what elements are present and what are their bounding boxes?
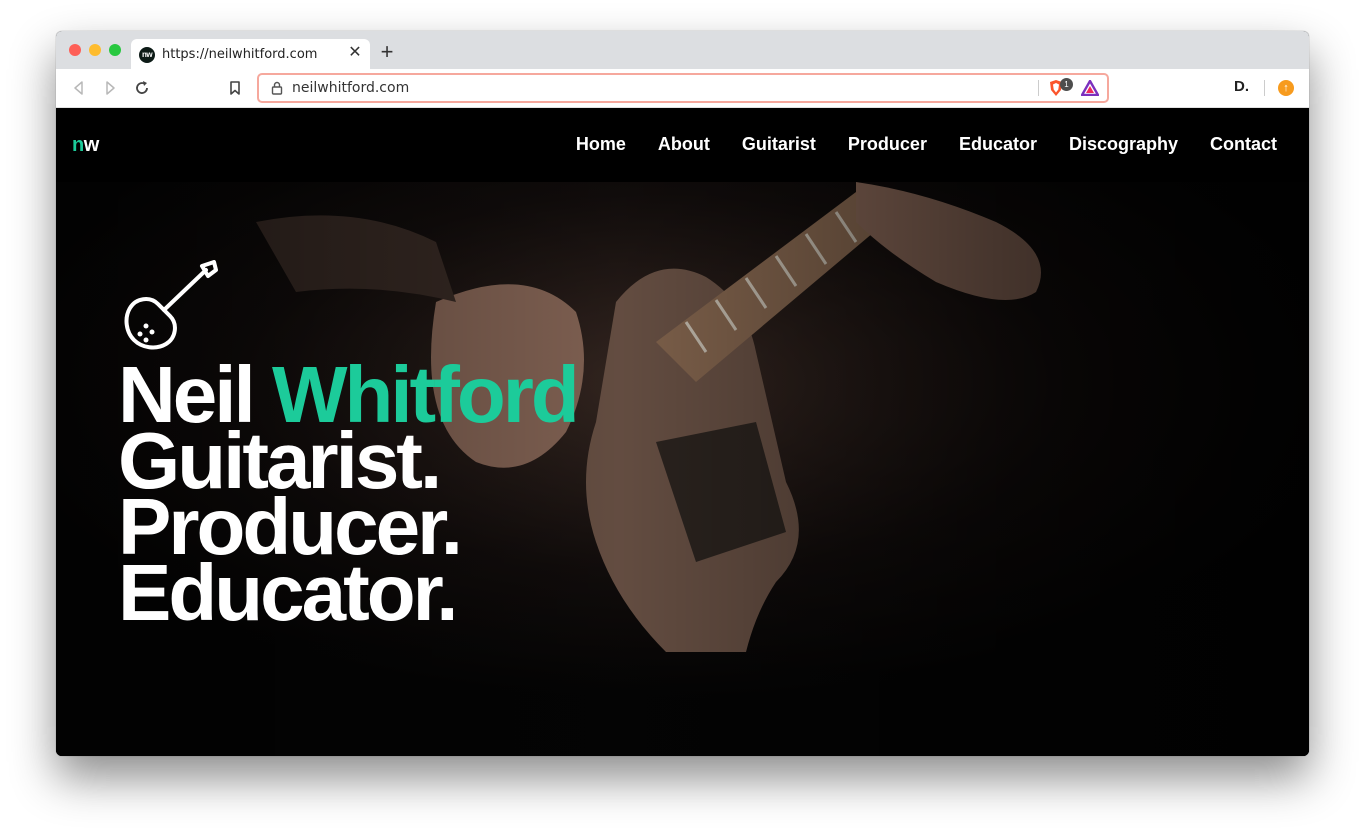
url-text: neilwhitford.com <box>292 80 410 96</box>
toolbar-divider <box>1264 80 1265 96</box>
site-header: nw Home About Guitarist Producer Educato… <box>56 108 1309 182</box>
nav-contact[interactable]: Contact <box>1210 134 1277 155</box>
bookmark-icon[interactable] <box>226 79 244 97</box>
nav-guitarist[interactable]: Guitarist <box>742 134 816 155</box>
browser-tab[interactable]: nw https://neilwhitford.com ✕ <box>131 39 370 70</box>
hero-headline: Neil Whitford Guitarist. Producer. Educator… <box>118 355 580 633</box>
minimize-window-button[interactable] <box>89 44 101 56</box>
new-tab-button[interactable]: + <box>378 41 396 63</box>
extension-d-icon[interactable]: D. <box>1234 78 1249 95</box>
nav-about[interactable]: About <box>658 134 710 155</box>
tab-close-icon[interactable]: ✕ <box>346 44 364 62</box>
nav-educator[interactable]: Educator <box>959 134 1037 155</box>
main-nav: Home About Guitarist Producer Educator D… <box>576 134 1277 155</box>
browser-toolbar: neilwhitford.com 1 D. ↑ <box>56 69 1309 108</box>
close-window-button[interactable] <box>69 44 81 56</box>
guitar-icon <box>124 260 218 350</box>
shield-count-badge: 1 <box>1060 78 1073 91</box>
forward-icon[interactable] <box>101 79 119 97</box>
favicon-icon: nw <box>139 47 155 63</box>
site-logo[interactable]: nw <box>72 134 99 157</box>
nav-home[interactable]: Home <box>576 134 626 155</box>
back-icon[interactable] <box>70 79 88 97</box>
lock-icon <box>271 81 283 95</box>
zoom-window-button[interactable] <box>109 44 121 56</box>
nav-producer[interactable]: Producer <box>848 134 927 155</box>
web-page: nw Home About Guitarist Producer Educato… <box>56 108 1309 756</box>
hero-section: Neil Whitford Guitarist. Producer. Educator… <box>56 182 1309 756</box>
address-bar[interactable]: neilwhitford.com 1 <box>257 73 1109 103</box>
tab-strip: nw https://neilwhitford.com ✕ + <box>56 31 1309 70</box>
browser-window: nw https://neilwhitford.com ✕ + neilwhit… <box>56 31 1309 756</box>
reload-icon[interactable] <box>133 79 151 97</box>
brave-rewards-icon[interactable] <box>1081 80 1099 96</box>
nav-discography[interactable]: Discography <box>1069 134 1178 155</box>
update-icon[interactable]: ↑ <box>1278 80 1294 96</box>
hero-line-educator: Educator. <box>118 548 459 637</box>
tab-title: https://neilwhitford.com <box>162 47 318 62</box>
url-divider <box>1038 80 1039 96</box>
